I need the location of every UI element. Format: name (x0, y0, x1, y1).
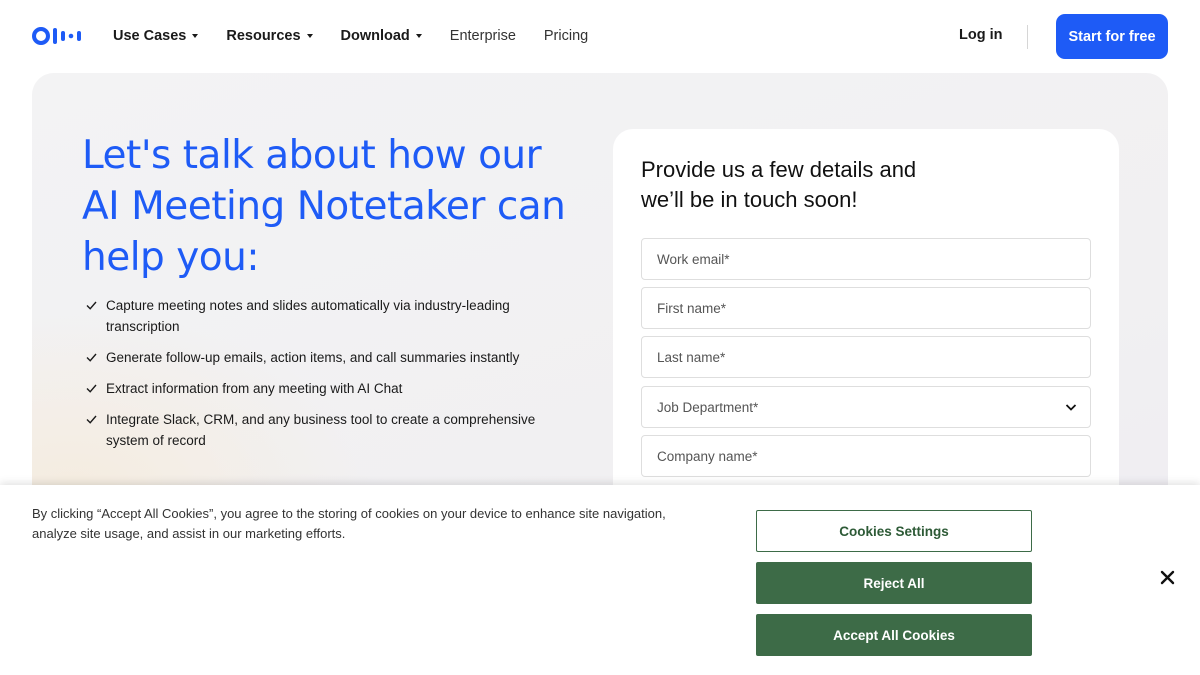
nav-pricing-label: Pricing (543, 28, 589, 44)
benefit-text: Extract information from any meeting wit… (106, 381, 403, 396)
caret-down-icon (192, 34, 199, 38)
nav-download-label: Download (340, 28, 410, 44)
nav-enterprise[interactable]: Enterprise (450, 28, 516, 44)
caret-down-icon (306, 34, 313, 38)
work-email-field[interactable]: Work email* (641, 238, 1091, 280)
accept-all-cookies-button[interactable]: Accept All Cookies (756, 614, 1032, 656)
nav-use-cases[interactable]: Use Cases (113, 28, 199, 44)
company-name-placeholder: Company name* (657, 448, 758, 464)
benefits-list: Capture meeting notes and slides automat… (86, 295, 566, 461)
hero-headline: Let's talk about how our AI Meeting Note… (82, 133, 566, 280)
login-link[interactable]: Log in (959, 27, 1003, 43)
nav-pricing[interactable]: Pricing (544, 28, 588, 44)
nav-links: Use Cases Resources Download Enterprise … (113, 0, 616, 72)
close-icon[interactable] (1159, 569, 1176, 586)
job-department-select[interactable]: Job Department* (641, 386, 1091, 428)
top-navigation: Use Cases Resources Download Enterprise … (0, 0, 1200, 72)
company-name-field[interactable]: Company name* (641, 435, 1091, 477)
first-name-field[interactable]: First name* (641, 287, 1091, 329)
reject-all-button[interactable]: Reject All (756, 562, 1032, 604)
benefit-text: Capture meeting notes and slides automat… (106, 298, 510, 334)
cookies-settings-button[interactable]: Cookies Settings (756, 510, 1032, 552)
check-icon (86, 384, 97, 393)
benefit-item: Integrate Slack, CRM, and any business t… (86, 409, 566, 451)
cookie-banner: By clicking “Accept All Cookies”, you ag… (0, 485, 1200, 675)
otter-logo[interactable] (32, 26, 82, 46)
check-icon (86, 301, 97, 310)
first-name-placeholder: First name* (657, 300, 727, 316)
nav-download[interactable]: Download (341, 28, 422, 44)
nav-use-cases-label: Use Cases (113, 28, 187, 44)
start-for-free-button[interactable]: Start for free (1056, 14, 1168, 59)
nav-enterprise-label: Enterprise (449, 28, 516, 44)
benefit-item: Capture meeting notes and slides automat… (86, 295, 566, 337)
nav-divider (1027, 25, 1028, 49)
benefit-text: Integrate Slack, CRM, and any business t… (106, 412, 536, 448)
last-name-field[interactable]: Last name* (641, 336, 1091, 378)
last-name-placeholder: Last name* (657, 349, 726, 365)
nav-resources[interactable]: Resources (226, 28, 313, 44)
benefit-text: Generate follow-up emails, action items,… (106, 350, 520, 365)
benefit-item: Generate follow-up emails, action items,… (86, 347, 566, 368)
check-icon (86, 353, 97, 362)
nav-resources-label: Resources (226, 28, 301, 44)
work-email-placeholder: Work email* (657, 251, 730, 267)
job-department-placeholder: Job Department* (657, 399, 759, 415)
caret-down-icon (415, 34, 422, 38)
check-icon (86, 415, 97, 424)
chevron-down-icon (1065, 404, 1077, 411)
form-title: Provide us a few details and we’ll be in… (641, 157, 917, 212)
benefit-item: Extract information from any meeting wit… (86, 378, 566, 399)
cookie-consent-text: By clicking “Accept All Cookies”, you ag… (32, 506, 666, 541)
